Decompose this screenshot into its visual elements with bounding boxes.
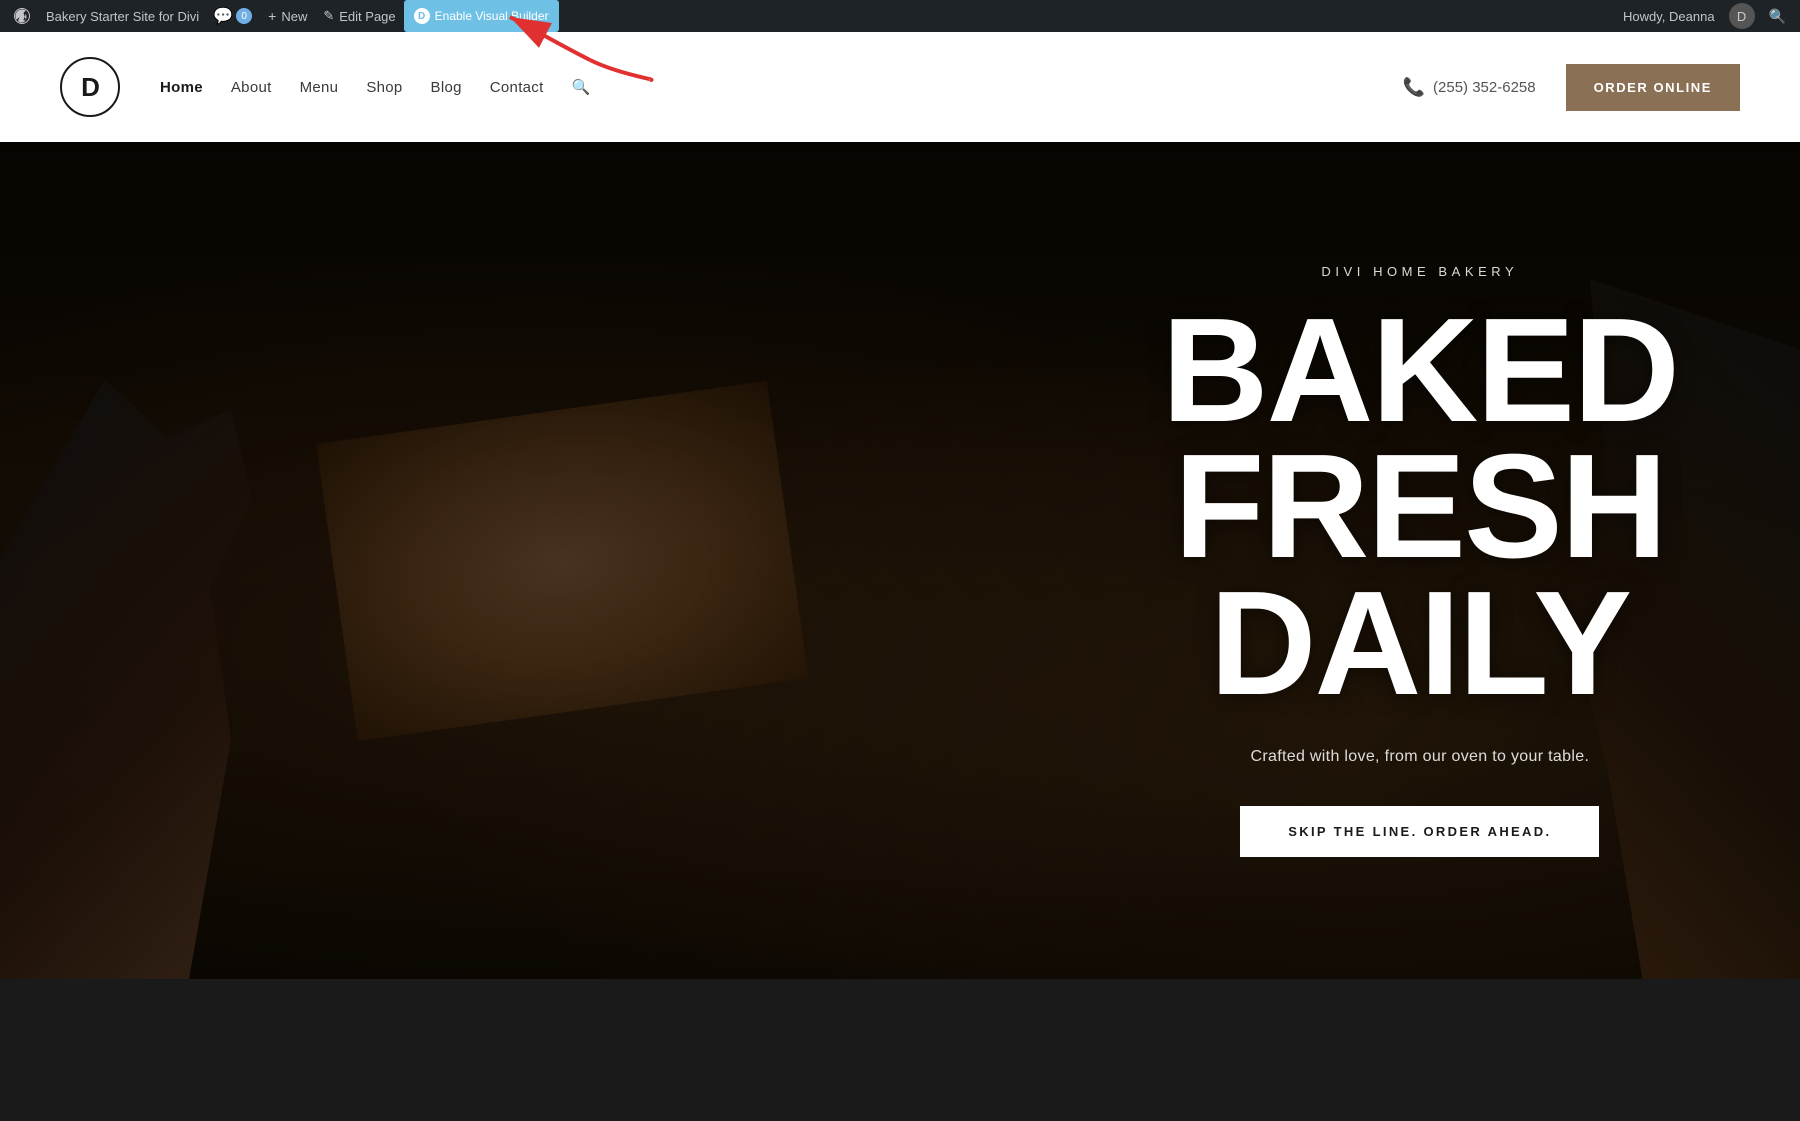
hero-title-line2: DAILY bbox=[1210, 561, 1630, 726]
enable-visual-builder-label: Enable Visual Builder bbox=[435, 9, 549, 23]
hero-content: DIVI HOME BAKERY BAKED FRESH DAILY Craft… bbox=[1040, 264, 1800, 856]
hero-cta-button[interactable]: SKIP THE LINE. ORDER AHEAD. bbox=[1240, 806, 1599, 857]
nav-menu[interactable]: Menu bbox=[300, 79, 339, 96]
logo-circle: D bbox=[60, 57, 120, 117]
nav-about[interactable]: About bbox=[231, 79, 272, 96]
site-logo[interactable]: D bbox=[60, 57, 120, 117]
nav-home[interactable]: Home bbox=[160, 79, 203, 96]
wordpress-icon bbox=[14, 8, 30, 24]
admin-bar-right: Howdy, Deanna D 🔍 bbox=[1615, 3, 1794, 29]
hero-subtitle: DIVI HOME BAKERY bbox=[1080, 264, 1760, 279]
admin-bar: Bakery Starter Site for Divi 💬 0 + New ✎… bbox=[0, 0, 1800, 32]
admin-search-icon[interactable]: 🔍 bbox=[1761, 8, 1794, 25]
comments-count: 0 bbox=[236, 8, 252, 24]
hero-title: BAKED FRESH DAILY bbox=[1080, 303, 1760, 711]
hero-description: Crafted with love, from our oven to your… bbox=[1080, 748, 1760, 766]
hero-section: DIVI HOME BAKERY BAKED FRESH DAILY Craft… bbox=[0, 142, 1800, 979]
site-header: D Home About Menu Shop Blog Contact 🔍 📞 … bbox=[0, 32, 1800, 142]
divi-icon: D bbox=[414, 8, 430, 24]
enable-visual-builder-button[interactable]: D Enable Visual Builder bbox=[404, 0, 559, 32]
header-phone: 📞 (255) 352-6258 bbox=[1403, 77, 1536, 98]
order-online-button[interactable]: ORDER ONLINE bbox=[1566, 64, 1740, 111]
nav-contact[interactable]: Contact bbox=[490, 79, 544, 96]
new-label: New bbox=[281, 9, 307, 24]
edit-icon: ✎ bbox=[323, 8, 334, 24]
main-nav: Home About Menu Shop Blog Contact 🔍 bbox=[160, 78, 1403, 96]
new-content-button[interactable]: + New bbox=[260, 0, 315, 32]
howdy-label: Howdy, Deanna bbox=[1615, 9, 1723, 24]
logo-letter: D bbox=[81, 72, 99, 103]
edit-page-button[interactable]: ✎ Edit Page bbox=[315, 0, 403, 32]
header-right: 📞 (255) 352-6258 ORDER ONLINE bbox=[1403, 64, 1740, 111]
nav-search-icon[interactable]: 🔍 bbox=[572, 78, 591, 96]
site-name-label: Bakery Starter Site for Divi bbox=[46, 9, 199, 24]
user-avatar[interactable]: D bbox=[1729, 3, 1755, 29]
comment-icon: 💬 bbox=[215, 8, 231, 24]
nav-blog[interactable]: Blog bbox=[431, 79, 462, 96]
edit-page-label: Edit Page bbox=[339, 9, 395, 24]
hero-title-line1: BAKED FRESH bbox=[1162, 288, 1678, 589]
site-name-button[interactable]: Bakery Starter Site for Divi bbox=[38, 0, 207, 32]
avatar-initial: D bbox=[1737, 9, 1746, 24]
wp-logo-button[interactable] bbox=[6, 0, 38, 32]
nav-shop[interactable]: Shop bbox=[366, 79, 402, 96]
phone-number: (255) 352-6258 bbox=[1433, 79, 1536, 96]
comments-button[interactable]: 💬 0 bbox=[207, 0, 260, 32]
new-icon: + bbox=[268, 8, 276, 24]
phone-icon: 📞 bbox=[1403, 77, 1425, 98]
